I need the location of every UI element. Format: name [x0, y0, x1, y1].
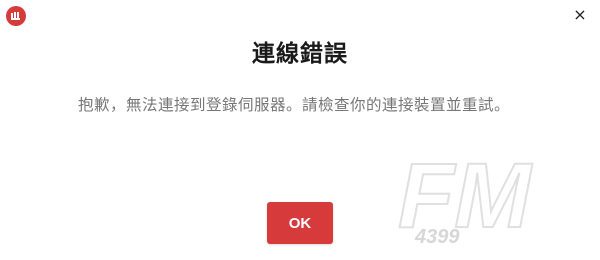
dialog-title: 連線錯誤: [252, 41, 348, 67]
watermark-logo: FM 4399: [397, 145, 534, 248]
dialog-message: 抱歉，無法連接到登錄伺服器。請檢查你的連接裝置並重試。: [78, 96, 511, 114]
app-logo-icon: [6, 6, 26, 26]
error-dialog: × 連線錯誤 抱歉，無法連接到登錄伺服器。請檢查你的連接裝置並重試。 OK FM…: [0, 0, 600, 260]
watermark-number-text: 4399: [414, 226, 460, 248]
close-icon[interactable]: ×: [570, 5, 590, 25]
ok-button[interactable]: OK: [267, 202, 333, 244]
